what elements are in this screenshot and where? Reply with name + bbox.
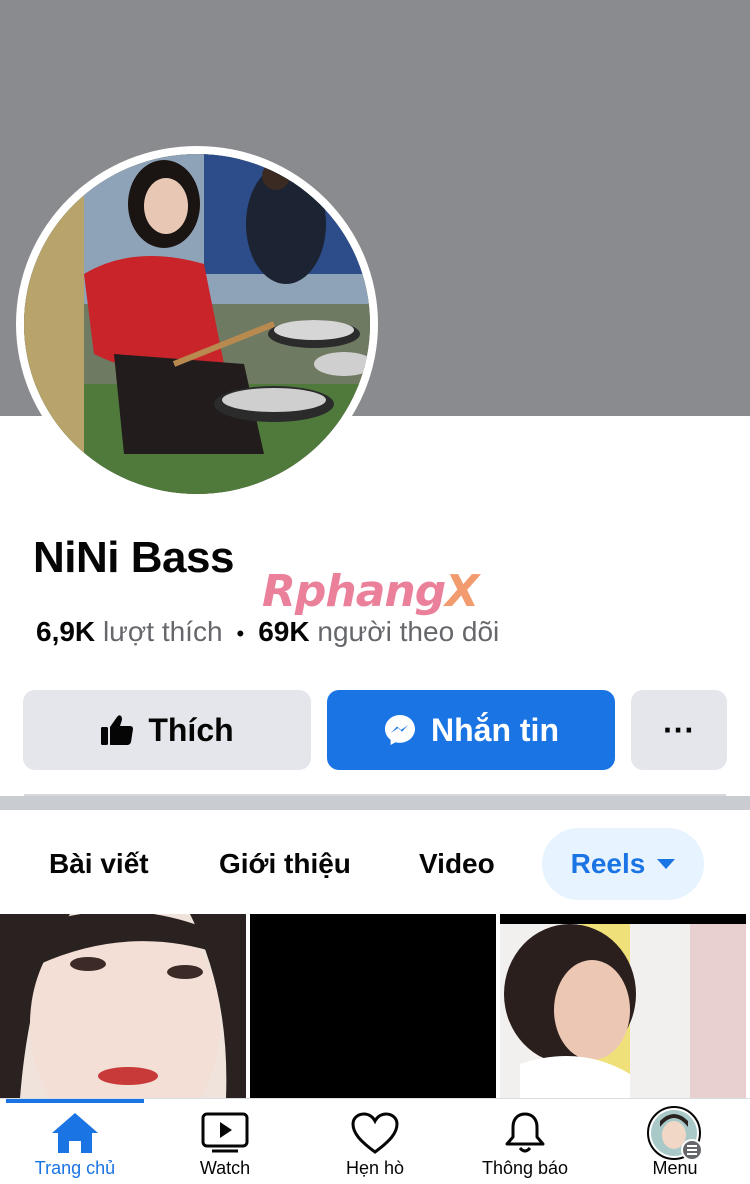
tab-posts[interactable]: Bài viết	[49, 842, 149, 886]
watermark-logo: RphangX	[262, 566, 479, 617]
watermark-text: Rphang	[262, 566, 446, 617]
home-icon	[50, 1109, 100, 1157]
nav-menu[interactable]: Menu	[600, 1099, 750, 1184]
message-button[interactable]: Nhắn tin	[327, 690, 615, 770]
nav-home-label: Trang chủ	[34, 1158, 116, 1178]
nav-watch[interactable]: Watch	[150, 1099, 300, 1184]
page-name: NiNi Bass	[33, 533, 234, 582]
heart-icon	[350, 1109, 400, 1157]
section-separator	[0, 796, 750, 810]
like-button[interactable]: Thích	[23, 690, 311, 770]
likes-count: 6,9K	[36, 616, 96, 647]
menu-avatar	[646, 1106, 704, 1161]
bottom-navigation: Trang chủ Watch Hẹn hò Thông báo Menu	[0, 1098, 750, 1184]
thumbs-up-icon	[100, 714, 134, 746]
profile-picture[interactable]	[16, 146, 378, 502]
tab-about[interactable]: Giới thiệu	[219, 842, 351, 886]
profile-picture-image	[24, 154, 370, 494]
followers-count: 69K	[258, 616, 310, 647]
reel-thumbnail[interactable]	[500, 914, 746, 1098]
stats-separator: •	[236, 621, 245, 646]
nav-dating-label: Hẹn hò	[345, 1158, 405, 1178]
messenger-icon	[383, 713, 417, 747]
more-options-button[interactable]: ···	[631, 690, 727, 770]
nav-notifications-label: Thông báo	[481, 1158, 569, 1178]
more-options-label: ···	[663, 711, 695, 748]
like-button-label: Thích	[148, 711, 234, 748]
nav-home[interactable]: Trang chủ	[0, 1099, 150, 1184]
bell-icon	[500, 1109, 550, 1157]
page-stats[interactable]: 6,9K lượt thích • 69K người theo dõi	[36, 614, 499, 652]
reel-thumbnail[interactable]	[250, 914, 496, 1098]
nav-dating[interactable]: Hẹn hò	[300, 1099, 450, 1184]
watermark-text-accent: X	[445, 566, 479, 617]
nav-notifications[interactable]: Thông báo	[450, 1099, 600, 1184]
nav-watch-label: Watch	[199, 1158, 251, 1178]
likes-label: lượt thích	[102, 616, 223, 647]
watch-icon	[200, 1109, 250, 1157]
reel-thumbnail[interactable]	[0, 914, 246, 1098]
caret-down-icon	[657, 859, 676, 869]
followers-label: người theo dõi	[317, 616, 500, 647]
tab-reels-label: Reels	[570, 848, 646, 879]
tab-reels[interactable]: Reels	[542, 828, 704, 900]
message-button-label: Nhắn tin	[431, 711, 559, 748]
nav-menu-label: Menu	[652, 1158, 698, 1178]
tab-video[interactable]: Video	[419, 842, 495, 886]
